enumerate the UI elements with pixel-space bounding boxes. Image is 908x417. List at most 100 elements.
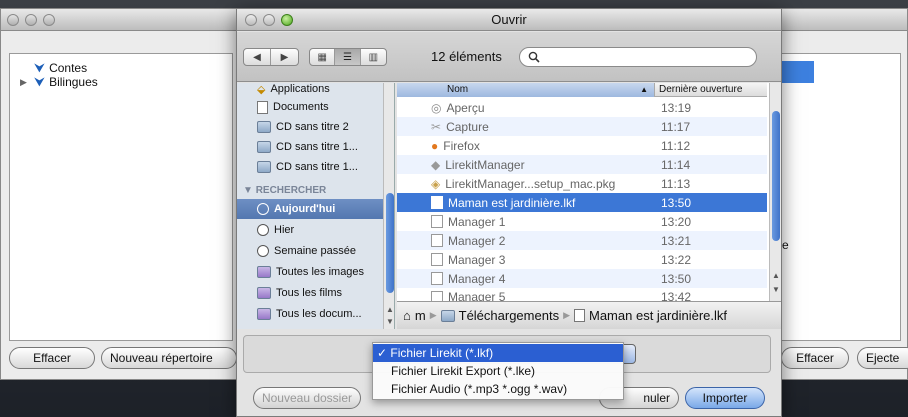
- disc-icon: [257, 121, 271, 133]
- clock-icon: [257, 203, 269, 215]
- sidebar-item-yesterday[interactable]: Hier: [257, 220, 385, 240]
- file-name: Manager 4: [448, 271, 506, 286]
- view-mode-control: ▦ ☰ ▥: [309, 48, 387, 66]
- sidebar-item-all-documents[interactable]: Tous les docum...: [257, 304, 385, 324]
- tree-item-bilingues[interactable]: ▶ ⮟ Bilingues: [20, 74, 98, 90]
- sidebar-item-label: Tous les docum...: [276, 308, 362, 320]
- search-field[interactable]: [519, 47, 757, 67]
- file-row[interactable]: Manager 1 13:20: [397, 212, 767, 231]
- document-icon: [431, 215, 443, 228]
- icon-view-icon[interactable]: ▦: [310, 49, 336, 65]
- right-list[interactable]: e: [779, 53, 901, 341]
- applications-icon: ⬙: [257, 83, 266, 96]
- sidebar-section-rechercher[interactable]: ▼ RECHERCHER: [243, 185, 326, 196]
- sidebar-item-cd-2[interactable]: CD sans titre 2: [257, 117, 385, 137]
- selected-list-row[interactable]: [779, 61, 814, 83]
- menu-item-audio[interactable]: Fichier Audio (*.mp3 *.ogg *.wav): [373, 380, 623, 398]
- disclosure-triangle-icon[interactable]: ▼: [243, 185, 256, 196]
- sidebar-item-all-movies[interactable]: Tous les films: [257, 283, 385, 303]
- file-time: 13:42: [661, 290, 692, 301]
- eject-button[interactable]: Ejecte: [857, 347, 908, 369]
- file-name: Manager 2: [448, 233, 506, 248]
- path-file[interactable]: Maman est jardinière.lkf: [589, 308, 727, 323]
- file-name: Manager 1: [448, 214, 506, 229]
- new-directory-button[interactable]: Nouveau répertoire: [101, 347, 237, 369]
- file-row[interactable]: ◈ LirekitManager...setup_mac.pkg 11:13: [397, 174, 767, 193]
- sidebar-item-last-week[interactable]: Semaine passée: [257, 241, 385, 261]
- menu-item-label: Fichier Audio (*.mp3 *.ogg *.wav): [391, 382, 568, 396]
- scroll-thumb[interactable]: [386, 193, 394, 293]
- sidebar: ⬙ Applications Documents CD sans titre 2 …: [237, 83, 395, 329]
- file-name: Aperçu: [446, 100, 485, 115]
- close-traffic-light-icon[interactable]: [7, 14, 19, 26]
- close-traffic-light-icon[interactable]: [245, 14, 257, 26]
- path-separator-icon: ▶: [429, 310, 437, 320]
- file-time: 13:20: [661, 214, 692, 229]
- smart-folder-icon: [257, 308, 271, 320]
- column-header-name[interactable]: Nom ▲: [397, 83, 655, 97]
- file-row[interactable]: Manager 4 13:50: [397, 269, 767, 288]
- forward-arrow-icon[interactable]: ▶: [271, 49, 298, 65]
- zoom-traffic-light-icon[interactable]: [281, 14, 293, 26]
- effacer-button[interactable]: Effacer: [9, 347, 95, 369]
- scroll-up-arrow-icon[interactable]: ▲: [386, 305, 394, 314]
- dialog-title-bar: Ouvrir: [237, 9, 781, 31]
- document-icon: [431, 196, 443, 209]
- sidebar-scrollbar[interactable]: ▲ ▼: [383, 83, 394, 329]
- back-arrow-icon[interactable]: ◀: [244, 49, 272, 65]
- menu-item-lirekit[interactable]: ✓ Fichier Lirekit (*.lkf): [373, 344, 623, 362]
- list-view-icon[interactable]: ☰: [335, 49, 361, 65]
- column-view-icon[interactable]: ▥: [361, 49, 386, 65]
- zoom-traffic-light-icon[interactable]: [43, 14, 55, 26]
- sidebar-item-today[interactable]: Aujourd'hui: [237, 199, 385, 219]
- file-row[interactable]: Manager 3 13:22: [397, 250, 767, 269]
- effacer-right-button[interactable]: Effacer: [781, 347, 849, 369]
- scroll-thumb[interactable]: [772, 111, 780, 241]
- file-list-scrollbar[interactable]: ▲ ▼: [769, 83, 781, 301]
- sidebar-item-all-images[interactable]: Toutes les images: [257, 262, 385, 282]
- file-row[interactable]: Manager 5 13:42: [397, 288, 767, 301]
- sidebar-item-label: CD sans titre 1...: [276, 161, 358, 173]
- search-input[interactable]: [544, 50, 744, 64]
- scroll-up-arrow-icon[interactable]: ▲: [772, 271, 780, 280]
- sidebar-item-cd-1b[interactable]: CD sans titre 1...: [257, 157, 385, 177]
- file-time: 13:50: [661, 195, 692, 210]
- package-icon: ◈: [431, 176, 441, 191]
- new-folder-button[interactable]: Nouveau dossier: [253, 387, 361, 409]
- home-icon[interactable]: ⌂: [403, 308, 411, 323]
- sidebar-item-cd-1a[interactable]: CD sans titre 1...: [257, 137, 385, 157]
- preview-app-icon: ◎: [431, 100, 442, 115]
- file-name: Manager 3: [448, 252, 506, 267]
- document-icon: [431, 272, 443, 285]
- library-tree[interactable]: ⮟ Contes ▶ ⮟ Bilingues: [9, 53, 233, 341]
- file-row[interactable]: ◆ LirekitManager 11:14: [397, 155, 767, 174]
- path-home-label[interactable]: m: [415, 308, 426, 323]
- file-list[interactable]: Nom ▲ Dernière ouverture ◎ Aperçu 13:19 ✂ Ca…: [397, 83, 781, 301]
- sidebar-item-label: CD sans titre 2: [276, 121, 349, 133]
- file-row[interactable]: ✂ Capture 11:17: [397, 117, 767, 136]
- path-folder[interactable]: Téléchargements: [459, 308, 559, 323]
- menu-item-lirekit-export[interactable]: Fichier Lirekit Export (*.lke): [373, 362, 623, 380]
- file-time: 13:21: [661, 233, 692, 248]
- smart-folder-icon: [257, 266, 271, 278]
- minimize-traffic-light-icon[interactable]: [25, 14, 37, 26]
- scroll-down-arrow-icon[interactable]: ▼: [772, 285, 780, 294]
- minimize-traffic-light-icon[interactable]: [263, 14, 275, 26]
- magnifier-icon: [528, 51, 540, 63]
- smart-folder-icon: [257, 287, 271, 299]
- sidebar-item-label: Semaine passée: [274, 245, 356, 257]
- import-button[interactable]: Importer: [685, 387, 765, 409]
- sidebar-item-documents[interactable]: Documents: [257, 97, 385, 117]
- file-time: 11:14: [661, 157, 691, 172]
- file-row[interactable]: ◎ Aperçu 13:19: [397, 98, 767, 117]
- file-row[interactable]: ● Firefox 11:12: [397, 136, 767, 155]
- scroll-down-arrow-icon[interactable]: ▼: [386, 317, 394, 326]
- sidebar-item-label: Applications: [270, 83, 330, 95]
- application-icon: ◆: [431, 157, 441, 172]
- file-name: LirekitManager...setup_mac.pkg: [445, 176, 616, 191]
- column-header-last-opened[interactable]: Dernière ouverture: [659, 83, 742, 97]
- file-row-selected[interactable]: Maman est jardinière.lkf 13:50: [397, 193, 767, 212]
- disclosure-triangle-icon[interactable]: ▶: [20, 77, 30, 88]
- sidebar-item-label: Hier: [274, 224, 295, 236]
- file-row[interactable]: Manager 2 13:21: [397, 231, 767, 250]
